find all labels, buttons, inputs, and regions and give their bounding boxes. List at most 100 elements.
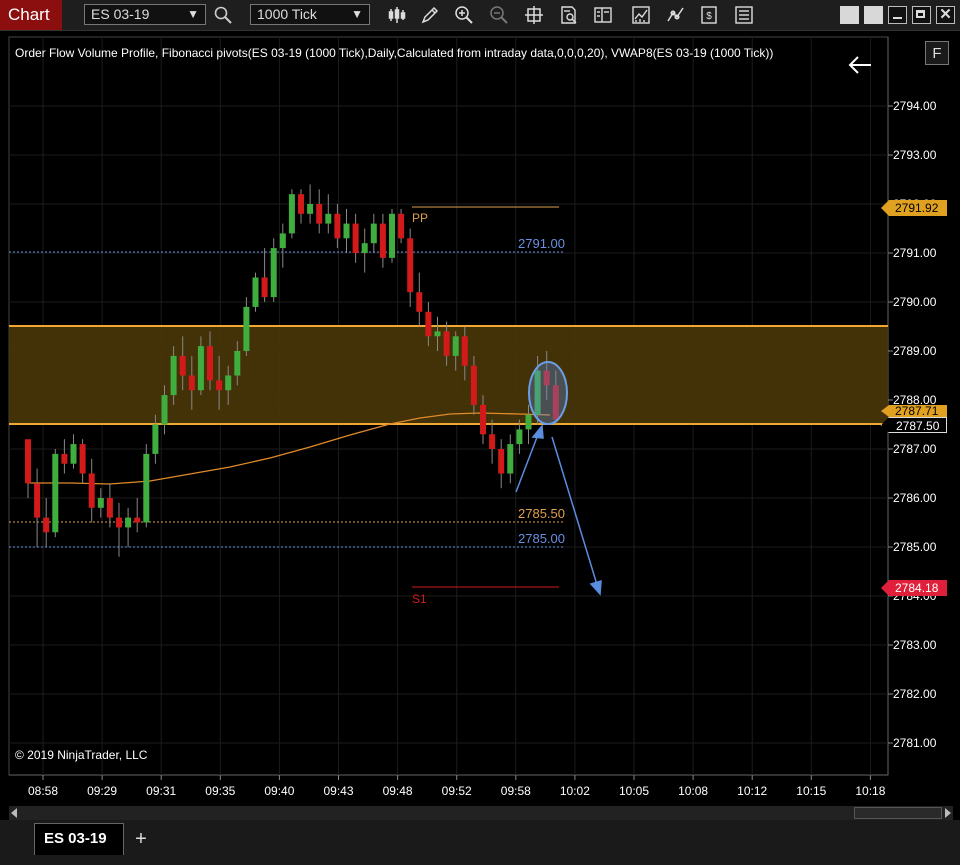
candle-up: [325, 213, 332, 224]
candle-up: [525, 414, 532, 430]
y-tick-label: 2789.00: [893, 344, 937, 358]
candle-down: [43, 517, 50, 533]
y-tick-label: 2794.00: [893, 99, 937, 113]
x-tick-label: 09:48: [382, 784, 413, 798]
copyright: © 2019 NinjaTrader, LLC: [15, 748, 148, 762]
candle-up: [52, 453, 59, 533]
candle-down: [379, 223, 386, 258]
y-tick-label: 2791.00: [893, 246, 937, 260]
x-tick-label: 09:31: [146, 784, 177, 798]
candle-down: [188, 375, 195, 391]
price-chart[interactable]: PP 2791.00 2785.50 2785.00 S1: [0, 0, 960, 865]
candle-up: [225, 375, 232, 391]
candle-down: [79, 444, 86, 474]
f-button[interactable]: F: [925, 41, 949, 65]
candle-down: [470, 365, 477, 405]
y-tick-label: 2790.00: [893, 295, 937, 309]
y-tick-label: 2782.00: [893, 687, 937, 701]
candle-down: [443, 331, 450, 356]
candle-up: [452, 336, 459, 356]
x-tick-label: 10:05: [618, 784, 650, 798]
price-tag-high: 2791.92: [881, 200, 947, 216]
candle-down: [407, 238, 414, 293]
y-tick-label: 2788.00: [893, 393, 937, 407]
tab-es-03-19[interactable]: ES 03-19: [34, 823, 124, 855]
candle-down: [461, 336, 468, 366]
price-tag-target: 2784.18: [881, 580, 947, 596]
candle-down: [316, 204, 323, 224]
candle-up: [234, 351, 241, 376]
x-tick-label: 10:08: [678, 784, 709, 798]
candle-up: [70, 444, 77, 464]
price-tag-zone: 2787.50: [881, 417, 947, 433]
candle-down: [398, 213, 405, 239]
candle-down: [207, 346, 213, 381]
candle-down: [216, 380, 223, 391]
x-tick-label: 08:58: [27, 784, 59, 798]
candle-down: [134, 517, 141, 523]
candle-up: [152, 424, 159, 454]
mid-level-label: 2785.50: [518, 506, 565, 521]
scroll-left-icon[interactable]: [11, 808, 17, 818]
candle-down: [261, 277, 268, 298]
candle-up: [252, 277, 259, 307]
candle-up: [361, 243, 368, 253]
candle-down: [489, 434, 496, 449]
y-tick-label: 2793.00: [893, 148, 937, 162]
x-tick-label: 10:12: [737, 784, 768, 798]
candle-down: [480, 404, 486, 435]
x-tick-label: 09:52: [441, 784, 472, 798]
candle-down: [106, 498, 113, 518]
candle-up: [197, 346, 204, 391]
highlight-ellipse: [528, 361, 568, 425]
candle-up: [243, 306, 250, 351]
y-tick-label: 2787.00: [893, 442, 937, 456]
candle-down: [498, 449, 505, 474]
candle-down: [88, 473, 95, 508]
candle-up: [170, 355, 177, 396]
candle-up: [307, 204, 314, 214]
pp-label: PP: [412, 211, 428, 225]
x-tick-label: 09:58: [500, 784, 531, 798]
candle-up: [516, 429, 523, 445]
price-tag-vwap: 2787.71: [881, 405, 947, 417]
candle-down: [416, 292, 423, 312]
candle-up: [270, 248, 277, 298]
scroll-right-icon[interactable]: [945, 808, 951, 818]
candle-up: [434, 331, 441, 337]
candle-up: [370, 223, 377, 244]
candle-down: [34, 483, 41, 518]
x-tick-label: 09:43: [323, 784, 354, 798]
scroll-thumb[interactable]: [854, 807, 942, 819]
candle-up: [343, 223, 350, 239]
x-tick-label: 10:15: [796, 784, 827, 798]
y-tick-label: 2783.00: [893, 638, 937, 652]
candle-up: [389, 213, 395, 258]
candle-up: [125, 517, 132, 528]
s-level-label: 2785.00: [518, 531, 565, 546]
candle-up: [97, 498, 104, 508]
candle-up: [288, 194, 295, 234]
x-tick-label: 09:35: [205, 784, 236, 798]
indicator-legend: Order Flow Volume Profile, Fibonacci piv…: [15, 46, 774, 60]
candle-down: [179, 355, 186, 376]
s1-label: S1: [412, 592, 427, 606]
back-arrow-icon[interactable]: [847, 55, 873, 75]
add-tab-icon[interactable]: +: [128, 826, 154, 852]
y-tick-label: 2786.00: [893, 491, 937, 505]
candle-down: [116, 517, 122, 528]
candle-down: [334, 213, 341, 239]
candle-up: [143, 453, 150, 523]
candle-up: [507, 444, 514, 474]
candle-down: [425, 311, 432, 337]
r-level-label: 2791.00: [518, 236, 565, 251]
candle-down: [25, 439, 31, 484]
candle-down: [298, 194, 304, 214]
x-tick-label: 10:18: [855, 784, 886, 798]
candle-down: [352, 223, 359, 253]
y-tick-label: 2785.00: [893, 540, 937, 554]
x-tick-label: 10:02: [559, 784, 590, 798]
horizontal-scrollbar[interactable]: [9, 806, 953, 820]
candle-down: [61, 453, 68, 464]
candle-up: [279, 233, 286, 249]
